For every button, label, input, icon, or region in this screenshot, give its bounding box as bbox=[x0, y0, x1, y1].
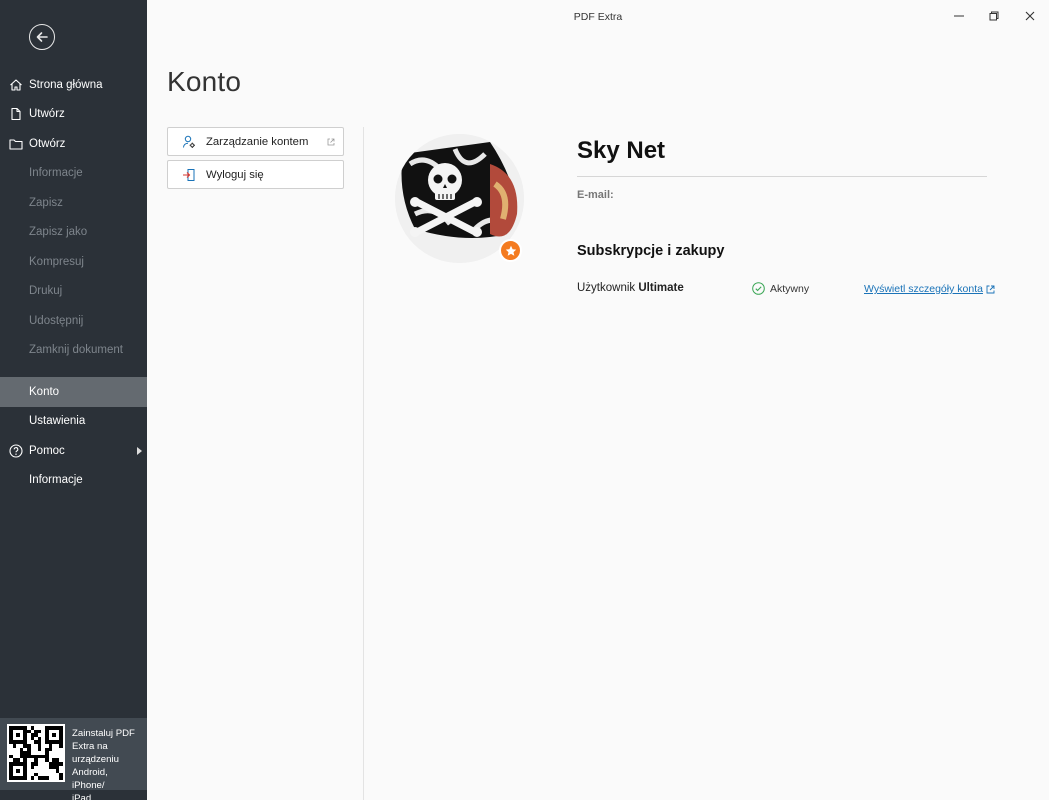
window-title: PDF Extra bbox=[573, 11, 623, 23]
file-icon bbox=[9, 107, 23, 121]
user-name: Sky Net bbox=[577, 137, 666, 164]
status-text: Aktywny bbox=[770, 282, 810, 295]
qr-code-icon bbox=[7, 724, 65, 782]
sidebar-item-label: Pomoc bbox=[29, 444, 65, 457]
sidebar-item-help[interactable]: Pomoc bbox=[0, 436, 147, 466]
external-link-icon bbox=[986, 285, 995, 293]
home-icon bbox=[9, 78, 23, 92]
sidebar: Strona główna Utwórz Otwórz Informacje Z… bbox=[0, 0, 147, 800]
arrow-left-icon bbox=[36, 32, 48, 42]
minimize-button[interactable] bbox=[951, 8, 967, 24]
sidebar-item-label: Konto bbox=[29, 385, 60, 398]
logout-button[interactable]: Wyloguj się bbox=[167, 160, 344, 189]
sidebar-item-label: Ustawienia bbox=[29, 415, 86, 428]
account-details-label: Wyświetl szczegóły konta bbox=[864, 283, 983, 295]
page-title: Konto bbox=[167, 66, 242, 97]
sidebar-item-home[interactable]: Strona główna bbox=[0, 70, 147, 100]
sidebar-item-create[interactable]: Utwórz bbox=[0, 100, 147, 130]
user-settings-icon bbox=[182, 135, 196, 149]
mobile-app-promo[interactable]: Zainstaluj PDF Extra na urządzeniu Andro… bbox=[0, 718, 147, 800]
restore-button[interactable] bbox=[986, 8, 1002, 24]
chevron-right-icon bbox=[137, 446, 142, 455]
help-icon bbox=[9, 444, 23, 458]
sidebar-item-label: Zamknij dokument bbox=[29, 344, 123, 357]
star-icon bbox=[505, 245, 516, 256]
title-bar: PDF Extra bbox=[147, 0, 1049, 34]
logout-icon bbox=[182, 168, 196, 182]
check-circle-icon bbox=[752, 282, 765, 295]
promo-text: Zainstaluj PDF Extra na urządzeniu Andro… bbox=[72, 728, 135, 800]
sidebar-item-close-document: Zamknij dokument bbox=[0, 336, 147, 366]
sidebar-item-print: Drukuj bbox=[0, 277, 147, 307]
logout-label: Wyloguj się bbox=[206, 168, 264, 181]
user-type-value: Ultimate bbox=[638, 282, 684, 294]
restore-icon bbox=[989, 11, 999, 21]
premium-badge bbox=[499, 239, 522, 262]
sidebar-item-label: Strona główna bbox=[29, 78, 103, 91]
vertical-divider bbox=[363, 127, 364, 800]
sidebar-item-label: Utwórz bbox=[29, 108, 65, 121]
sidebar-item-label: Informacje bbox=[29, 474, 83, 487]
sidebar-item-about[interactable]: Informacje bbox=[0, 466, 147, 496]
sidebar-item-info: Informacje bbox=[0, 159, 147, 189]
back-button[interactable] bbox=[29, 24, 55, 50]
sidebar-item-save-as: Zapisz jako bbox=[0, 218, 147, 248]
sidebar-item-label: Zapisz jako bbox=[29, 226, 88, 239]
account-details-link[interactable]: Wyświetl szczegóły konta bbox=[864, 283, 995, 295]
sidebar-item-label: Drukuj bbox=[29, 285, 63, 298]
user-type-prefix: Użytkownik bbox=[577, 282, 636, 294]
sidebar-item-compress: Kompresuj bbox=[0, 247, 147, 277]
sidebar-item-label: Zapisz bbox=[29, 196, 63, 209]
sidebar-item-save: Zapisz bbox=[0, 188, 147, 218]
sidebar-item-label: Kompresuj bbox=[29, 255, 84, 268]
user-type: Użytkownik Ultimate bbox=[577, 282, 684, 294]
status-badge: Aktywny bbox=[752, 282, 809, 295]
sidebar-item-settings[interactable]: Ustawienia bbox=[0, 407, 147, 437]
email-label: E-mail: bbox=[577, 189, 614, 201]
close-icon bbox=[1025, 11, 1035, 21]
subscriptions-title: Subskrypcje i zakupy bbox=[577, 243, 725, 259]
sidebar-item-label: Otwórz bbox=[29, 137, 66, 150]
sidebar-item-label: Informacje bbox=[29, 167, 83, 180]
folder-icon bbox=[9, 137, 23, 151]
manage-account-label: Zarządzanie kontem bbox=[206, 135, 309, 148]
manage-account-button[interactable]: Zarządzanie kontem bbox=[167, 127, 344, 156]
name-divider bbox=[577, 176, 987, 177]
sidebar-item-label: Udostępnij bbox=[29, 314, 84, 327]
minimize-icon bbox=[954, 15, 964, 17]
sidebar-nav: Strona główna Utwórz Otwórz Informacje Z… bbox=[0, 70, 147, 495]
external-link-icon bbox=[327, 138, 335, 146]
close-button[interactable] bbox=[1022, 8, 1038, 24]
sidebar-item-account[interactable]: Konto bbox=[0, 377, 147, 407]
sidebar-item-share: Udostępnij bbox=[0, 306, 147, 336]
sidebar-item-open[interactable]: Otwórz bbox=[0, 129, 147, 159]
